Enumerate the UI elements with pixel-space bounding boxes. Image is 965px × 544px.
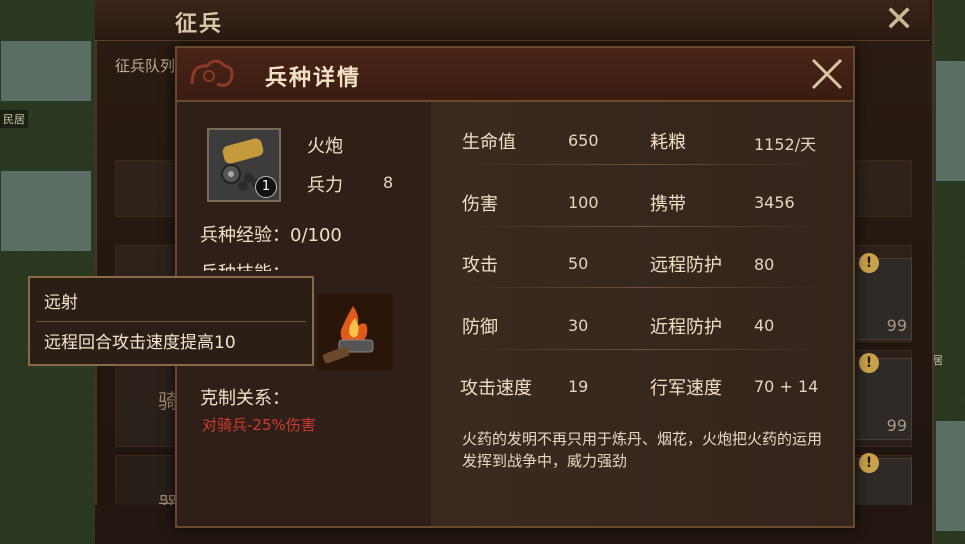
- stat-divider: [462, 287, 822, 288]
- unit-card[interactable]: ! 99: [850, 353, 912, 440]
- stat-label-defense: 防御: [462, 317, 498, 338]
- stat-divider: [462, 349, 822, 350]
- unit-skill-label: 兵种技能：: [200, 259, 290, 271]
- unit-card[interactable]: ! 99: [850, 253, 912, 340]
- close-icon[interactable]: [807, 54, 847, 94]
- building-roof: [935, 60, 965, 182]
- unit-power-value: 8: [383, 173, 394, 192]
- stat-value-attack: 50: [568, 254, 589, 273]
- tooltip-divider: [36, 321, 306, 322]
- stat-value-melee-defense: 40: [754, 316, 775, 335]
- stat-label-attack-speed: 攻击速度: [460, 378, 532, 399]
- map-label-left: 民居: [0, 110, 28, 128]
- stat-label-carry: 携带: [650, 194, 686, 215]
- stat-label-march-speed: 行军速度: [650, 378, 722, 399]
- stat-label-attack: 攻击: [462, 255, 498, 276]
- unit-description: 火药的发明不再只用于炼丹、烟花，火炮把火药的运用发挥到战争中，威力强劲: [462, 430, 823, 470]
- stat-value-ranged-defense: 80: [754, 255, 775, 274]
- building-roof: [0, 170, 92, 252]
- stat-value-hp: 650: [568, 131, 599, 150]
- cloud-ornament-icon: [190, 59, 234, 87]
- restrain-label: 克制关系：: [200, 388, 290, 409]
- tooltip-title: 远射: [44, 293, 78, 313]
- stat-label-damage: 伤害: [462, 194, 498, 215]
- unit-name: 火炮: [307, 136, 343, 157]
- building-roof: [0, 40, 92, 102]
- unit-level-badge: 1: [255, 176, 277, 198]
- recruit-title: 征兵: [175, 12, 224, 37]
- dialog-title: 兵种详情: [265, 66, 362, 91]
- stat-divider: [462, 164, 822, 165]
- stat-label-hp: 生命值: [462, 132, 516, 153]
- stat-label-food: 耗粮: [650, 132, 686, 153]
- unit-exp: 兵种经验：0/100: [200, 225, 342, 246]
- recruit-queue-tab[interactable]: 征兵队列: [115, 55, 175, 76]
- stat-value-attack-speed: 19: [568, 377, 589, 396]
- stat-value-damage: 100: [568, 193, 599, 212]
- dialog-header: 兵种详情: [177, 48, 853, 102]
- stat-value-carry: 3456: [754, 193, 795, 212]
- restrain-value: 对骑兵-25%伤害: [202, 416, 316, 434]
- warning-icon: !: [859, 353, 879, 373]
- warning-icon: !: [859, 453, 879, 473]
- tooltip-description: 远程回合攻击速度提高10: [44, 333, 236, 353]
- fire-cannon-icon: [317, 294, 393, 370]
- stat-value-defense: 30: [568, 316, 589, 335]
- warning-icon: !: [859, 253, 879, 273]
- skill-tooltip: 远射 远程回合攻击速度提高10: [28, 276, 314, 366]
- cannon-unit-icon[interactable]: 1: [207, 128, 281, 202]
- unit-power-label: 兵力: [307, 175, 343, 196]
- stat-label-ranged-defense: 远程防护: [650, 255, 722, 276]
- building-roof: [935, 420, 965, 532]
- stat-value-food: 1152/天: [754, 135, 817, 154]
- recruit-close-icon[interactable]: ✕: [884, 2, 914, 38]
- unit-count: 99: [886, 416, 907, 435]
- stat-value-march-speed: 70 + 14: [754, 377, 819, 396]
- skill-icon[interactable]: [317, 294, 393, 370]
- stat-label-melee-defense: 近程防护: [650, 317, 722, 338]
- unit-count: 99: [886, 316, 907, 335]
- stat-divider: [462, 226, 822, 227]
